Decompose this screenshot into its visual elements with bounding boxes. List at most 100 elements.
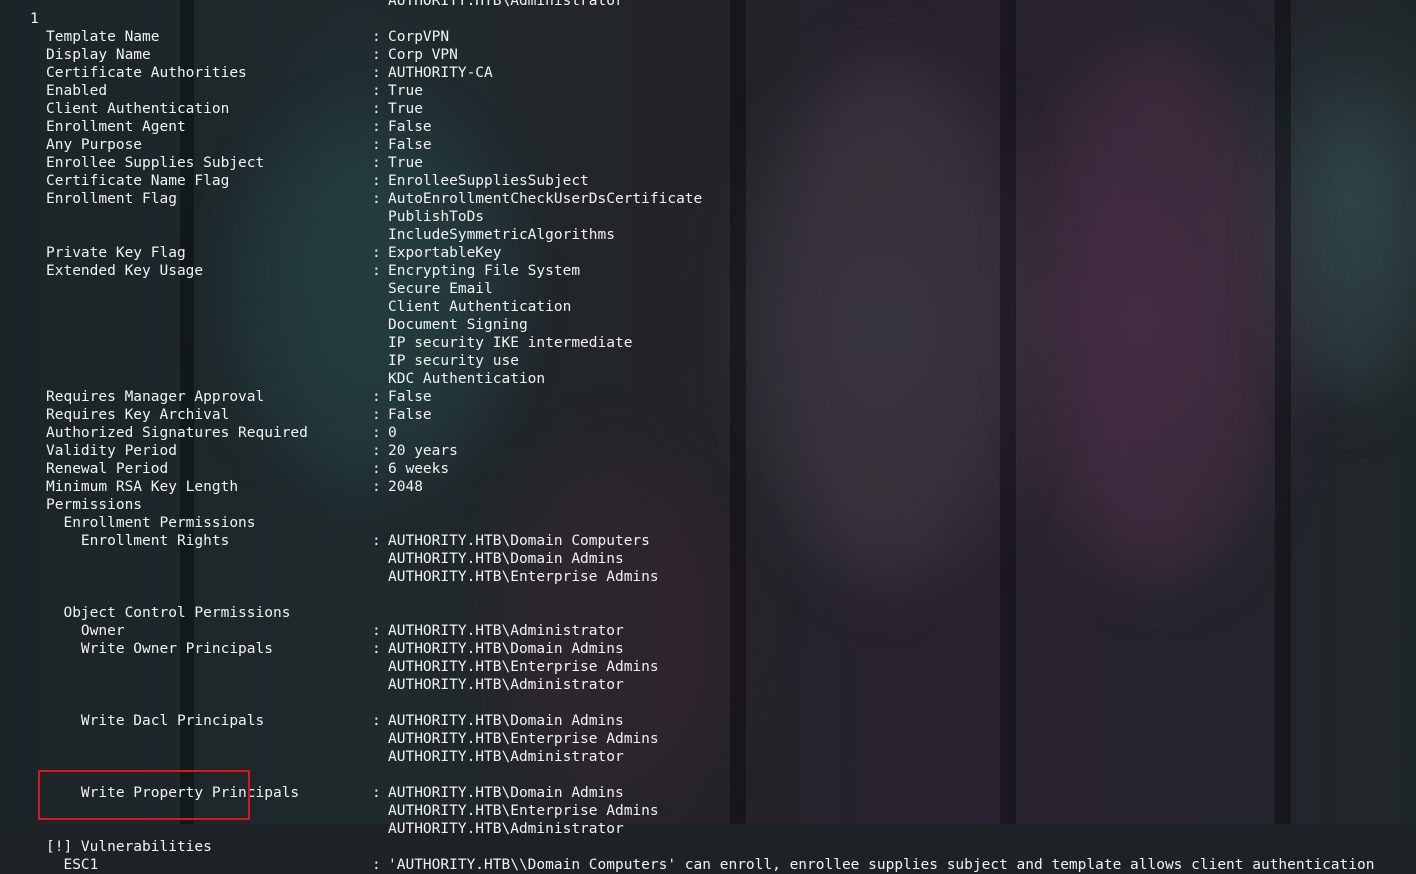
terminal-line: Enrollment Agent: False	[0, 118, 1416, 136]
line-label: Private Key Flag	[46, 245, 186, 261]
line-label: Template Name	[46, 29, 160, 45]
line-separator: :	[372, 443, 381, 459]
line-value: AUTHORITY.HTB\Enterprise Admins	[388, 569, 659, 585]
line-separator: :	[372, 173, 381, 189]
line-separator: :	[372, 407, 381, 423]
terminal-line: IP security IKE intermediate	[0, 334, 1416, 352]
line-value: IP security IKE intermediate	[388, 335, 633, 351]
line-value: AUTHORITY.HTB\Administrator	[388, 0, 624, 9]
line-value: AUTHORITY.HTB\Administrator	[388, 677, 624, 693]
terminal-line: Write Dacl Principals: AUTHORITY.HTB\Doma…	[0, 712, 1416, 730]
terminal-line: Client Authentication: True	[0, 100, 1416, 118]
line-value: ExportableKey	[388, 245, 502, 261]
line-label: Owner	[46, 623, 125, 639]
line-value: AUTHORITY-CA	[388, 65, 493, 81]
line-label: Write Owner Principals	[46, 641, 273, 657]
terminal-line: AUTHORITY.HTB\Enterprise Admins	[0, 658, 1416, 676]
line-value: PublishToDs	[388, 209, 485, 225]
line-label: Minimum RSA Key Length	[46, 479, 239, 495]
line-label: Renewal Period	[46, 461, 169, 477]
terminal-line: AUTHORITY.HTB\Administrator	[0, 820, 1416, 838]
line-value: IncludeSymmetricAlgorithms	[388, 227, 615, 243]
terminal-output[interactable]: AUTHORITY.HTB\Administrator 1 Template N…	[0, 0, 1416, 873]
line-label: Enrollment Agent	[46, 119, 186, 135]
line-label: Requires Manager Approval	[46, 389, 265, 405]
terminal-line: AUTHORITY.HTB\Enterprise Admins	[0, 568, 1416, 586]
line-value: False	[388, 389, 432, 405]
line-value: True	[388, 155, 423, 171]
line-label: Enrollment Rights	[46, 533, 230, 549]
line-value: Corp VPN	[388, 47, 458, 63]
line-value: IP security use	[388, 353, 519, 369]
line-separator: :	[372, 533, 381, 549]
line-label: Display Name	[46, 47, 151, 63]
line-value: Secure Email	[388, 281, 493, 297]
terminal-line: Enrollment Permissions	[0, 514, 1416, 532]
terminal-line: Enrollee Supplies Subject: True	[0, 154, 1416, 172]
terminal-line-index: 1	[0, 10, 1416, 28]
line-label: Client Authentication	[46, 101, 230, 117]
line-label: Enrollee Supplies Subject	[46, 155, 265, 171]
line-value: False	[388, 119, 432, 135]
line-separator: :	[372, 425, 381, 441]
line-separator: :	[372, 641, 381, 657]
terminal-line: Client Authentication	[0, 298, 1416, 316]
terminal-line: Certificate Name Flag: EnrolleeSuppliesSu…	[0, 172, 1416, 190]
line-label: Write Dacl Principals	[46, 713, 265, 729]
line-value: CorpVPN	[388, 29, 450, 45]
terminal-line: PublishToDs	[0, 208, 1416, 226]
terminal-line: KDC Authentication	[0, 370, 1416, 388]
line-value: 'AUTHORITY.HTB\\Domain Computers' can en…	[388, 857, 1375, 873]
line-separator: :	[372, 155, 381, 171]
terminal-line: IncludeSymmetricAlgorithms	[0, 226, 1416, 244]
line-separator: :	[372, 47, 381, 63]
line-label: Enabled	[46, 83, 108, 99]
terminal-line: AUTHORITY.HTB\Enterprise Admins	[0, 730, 1416, 748]
line-value: AUTHORITY.HTB\Domain Computers	[388, 533, 650, 549]
line-value: False	[388, 407, 432, 423]
line-label: Certificate Authorities	[46, 65, 247, 81]
line-separator: :	[372, 83, 381, 99]
line-value: EnrolleeSuppliesSubject	[388, 173, 589, 189]
line-value: AUTHORITY.HTB\Administrator	[388, 623, 624, 639]
terminal-line: Write Owner Principals: AUTHORITY.HTB\Dom…	[0, 640, 1416, 658]
line-separator: :	[372, 713, 381, 729]
terminal-line: Requires Manager Approval: False	[0, 388, 1416, 406]
line-separator: :	[372, 119, 381, 135]
line-separator: :	[372, 137, 381, 153]
line-value: True	[388, 83, 423, 99]
line-separator: :	[372, 785, 381, 801]
line-separator: :	[372, 101, 381, 117]
line-label: Validity Period	[46, 443, 177, 459]
line-label: Permissions	[46, 497, 143, 513]
line-value: 6 weeks	[388, 461, 450, 477]
line-label: Any Purpose	[46, 137, 143, 153]
terminal-line: Requires Key Archival: False	[0, 406, 1416, 424]
line-label: Enrollment Permissions	[46, 515, 256, 531]
line-value: 0	[388, 425, 397, 441]
line-value: AUTHORITY.HTB\Administrator	[388, 749, 624, 765]
line-separator: :	[372, 65, 381, 81]
line-label: Requires Key Archival	[46, 407, 230, 423]
line-value: AUTHORITY.HTB\Administrator	[388, 821, 624, 837]
line-value: AUTHORITY.HTB\Domain Admins	[388, 551, 624, 567]
terminal-line: Authorized Signatures Required:0	[0, 424, 1416, 442]
terminal-line: Object Control Permissions	[0, 604, 1416, 622]
line-label: [!] Vulnerabilities	[46, 839, 212, 855]
line-value: 20 years	[388, 443, 458, 459]
line-value: Client Authentication	[388, 299, 572, 315]
terminal-line: Renewal Period:6 weeks	[0, 460, 1416, 478]
line-value: AUTHORITY.HTB\Enterprise Admins	[388, 731, 659, 747]
line-value: AUTHORITY.HTB\Domain Admins	[388, 785, 624, 801]
terminal-line: Template Name: CorpVPN	[0, 28, 1416, 46]
terminal-line: Owner: AUTHORITY.HTB\Administrator	[0, 622, 1416, 640]
line-value: Document Signing	[388, 317, 528, 333]
terminal-line: Certificate Authorities: AUTHORITY-CA	[0, 64, 1416, 82]
line-label: Extended Key Usage	[46, 263, 204, 279]
line-separator: :	[372, 479, 381, 495]
terminal-line: Extended Key Usage: Encrypting File Syste…	[0, 262, 1416, 280]
line-label: Enrollment Flag	[46, 191, 177, 207]
template-index: 1	[30, 11, 39, 27]
line-separator: :	[372, 461, 381, 477]
terminal-line: Enabled: True	[0, 82, 1416, 100]
